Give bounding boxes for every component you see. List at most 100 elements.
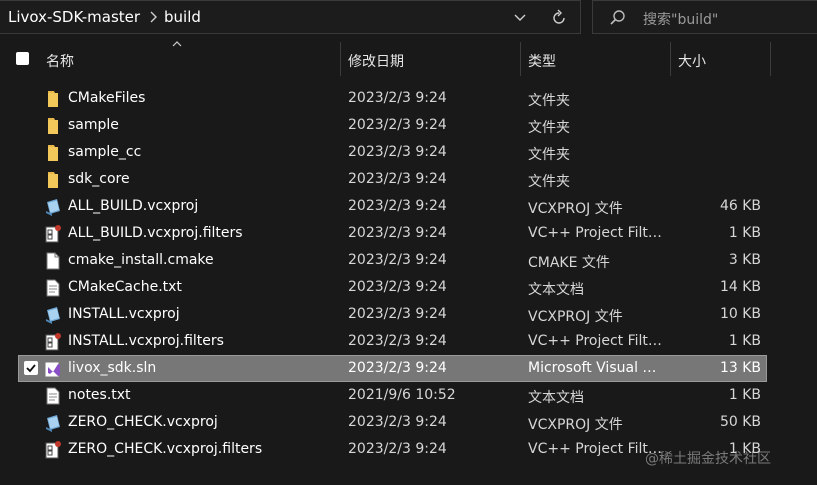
file-type: VCXPROJ 文件 (528, 417, 623, 433)
file-row[interactable]: INSTALL.vcxproj 2023/2/3 9:24 VCXPROJ 文件 10… (0, 301, 817, 328)
file-name: cmake_install.cmake (68, 252, 214, 268)
file-name: INSTALL.vcxproj (68, 306, 180, 322)
text-file-icon (43, 386, 63, 406)
file-size: 1 KB (728, 387, 761, 403)
file-size: 46 KB (719, 198, 761, 214)
column-size[interactable]: 大小 (678, 51, 706, 71)
breadcrumb-build[interactable]: build (164, 8, 201, 26)
filters-icon (43, 332, 63, 352)
file-type: VC++ Project Filters File (528, 441, 663, 457)
file-date-modified: 2023/2/3 9:24 (348, 144, 447, 160)
file-name: sample (68, 117, 119, 133)
file-type: VCXPROJ 文件 (528, 309, 623, 325)
file-date-modified: 2023/2/3 9:24 (348, 252, 447, 268)
folder-icon (43, 116, 63, 136)
file-size: 1 KB (728, 333, 761, 349)
file-type: VC++ Project Filters File (528, 333, 663, 349)
file-type: 文件夹 (528, 174, 570, 190)
folder-icon (43, 143, 63, 163)
address-bar[interactable]: Livox-SDK-master build (0, 0, 581, 34)
file-date-modified: 2023/2/3 9:24 (348, 279, 447, 295)
file-type: CMAKE 文件 (528, 255, 610, 271)
column-name[interactable]: 名称 (46, 51, 74, 71)
file-date-modified: 2023/2/3 9:24 (348, 441, 447, 457)
file-name: INSTALL.vcxproj.filters (68, 333, 224, 349)
column-header-row: 名称 修改日期 类型 大小 (0, 38, 817, 78)
file-row[interactable]: ZERO_CHECK.vcxproj 2023/2/3 9:24 VCXPROJ 文… (0, 409, 817, 436)
chevron-right-icon (150, 11, 157, 23)
file-name: sdk_core (68, 171, 130, 187)
filters-icon (43, 224, 63, 244)
file-date-modified: 2023/2/3 9:24 (348, 171, 447, 187)
breadcrumb-livox-sdk-master[interactable]: Livox-SDK-master (8, 8, 140, 26)
file-date-modified: 2023/2/3 9:24 (348, 117, 447, 133)
row-checkbox[interactable] (24, 361, 38, 375)
file-row[interactable]: CMakeFiles 2023/2/3 9:24 文件夹 (0, 85, 817, 112)
vcxproj-icon (43, 413, 63, 433)
file-row-selected[interactable]: livox_sdk.sln 2023/2/3 9:24 Microsoft Visu… (0, 355, 817, 382)
file-name: CMakeCache.txt (68, 279, 182, 295)
file-type: 文本文档 (528, 282, 584, 298)
file-row[interactable]: notes.txt 2021/9/6 10:52 文本文档 1 KB (0, 382, 817, 409)
file-type: 文本文档 (528, 390, 584, 406)
file-size: 10 KB (719, 306, 761, 322)
column-date-modified[interactable]: 修改日期 (348, 51, 404, 71)
folder-icon (43, 89, 63, 109)
file-date-modified: 2023/2/3 9:24 (348, 225, 447, 241)
file-type: 文件夹 (528, 93, 570, 109)
file-name: ALL_BUILD.vcxproj.filters (68, 225, 243, 241)
file-icon (43, 251, 63, 271)
file-date-modified: 2023/2/3 9:24 (348, 333, 447, 349)
file-name: ALL_BUILD.vcxproj (68, 198, 199, 214)
file-date-modified: 2023/2/3 9:24 (348, 90, 447, 106)
sort-ascending-icon (172, 41, 182, 47)
file-size: 1 KB (728, 225, 761, 241)
folder-icon (43, 170, 63, 190)
chevron-down-icon[interactable] (511, 10, 529, 26)
file-row[interactable]: INSTALL.vcxproj.filters 2023/2/3 9:24 VC++… (0, 328, 817, 355)
column-divider[interactable] (770, 42, 771, 76)
file-name: livox_sdk.sln (68, 360, 157, 376)
file-row[interactable]: sample 2023/2/3 9:24 文件夹 (0, 112, 817, 139)
file-row[interactable]: sdk_core 2023/2/3 9:24 文件夹 (0, 166, 817, 193)
vcxproj-icon (43, 197, 63, 217)
file-row[interactable]: ALL_BUILD.vcxproj.filters 2023/2/3 9:24 VC… (0, 220, 817, 247)
file-date-modified: 2023/2/3 9:24 (348, 414, 447, 430)
search-input[interactable]: 搜索"build" (643, 9, 718, 29)
file-date-modified: 2021/9/6 10:52 (348, 387, 456, 403)
file-name: ZERO_CHECK.vcxproj (68, 414, 218, 430)
column-divider[interactable] (340, 42, 341, 76)
file-size: 50 KB (719, 414, 761, 430)
file-name: CMakeFiles (68, 90, 146, 106)
file-size: 14 KB (719, 279, 761, 295)
file-row[interactable]: sample_cc 2023/2/3 9:24 文件夹 (0, 139, 817, 166)
file-row[interactable]: ALL_BUILD.vcxproj 2023/2/3 9:24 VCXPROJ 文件… (0, 193, 817, 220)
text-file-icon (43, 278, 63, 298)
file-type: 文件夹 (528, 120, 570, 136)
column-divider[interactable] (670, 42, 671, 76)
column-type[interactable]: 类型 (528, 51, 556, 71)
visual-studio-solution-icon (43, 359, 63, 379)
file-name: sample_cc (68, 144, 142, 160)
file-name: notes.txt (68, 387, 131, 403)
file-date-modified: 2023/2/3 9:24 (348, 198, 447, 214)
navigation-bar: Livox-SDK-master build 搜索"build" (0, 0, 817, 36)
vcxproj-icon (43, 305, 63, 325)
select-all-checkbox[interactable] (16, 52, 29, 65)
column-divider[interactable] (520, 42, 521, 76)
file-name: ZERO_CHECK.vcxproj.filters (68, 441, 263, 457)
filters-icon (43, 440, 63, 460)
refresh-icon[interactable] (549, 8, 569, 28)
file-type: Microsoft Visual Studio Solution (528, 360, 663, 376)
file-row[interactable]: CMakeCache.txt 2023/2/3 9:24 文本文档 14 KB (0, 274, 817, 301)
file-row[interactable]: cmake_install.cmake 2023/2/3 9:24 CMAKE 文件… (0, 247, 817, 274)
file-type: VC++ Project Filters File (528, 225, 663, 241)
file-size: 13 KB (719, 360, 761, 376)
search-box[interactable]: 搜索"build" (592, 0, 817, 34)
file-size: 3 KB (728, 252, 761, 268)
file-date-modified: 2023/2/3 9:24 (348, 360, 447, 376)
file-date-modified: 2023/2/3 9:24 (348, 306, 447, 322)
file-type: VCXPROJ 文件 (528, 201, 623, 217)
search-icon (610, 10, 625, 25)
watermark: @稀土掘金技术社区 (645, 451, 771, 467)
